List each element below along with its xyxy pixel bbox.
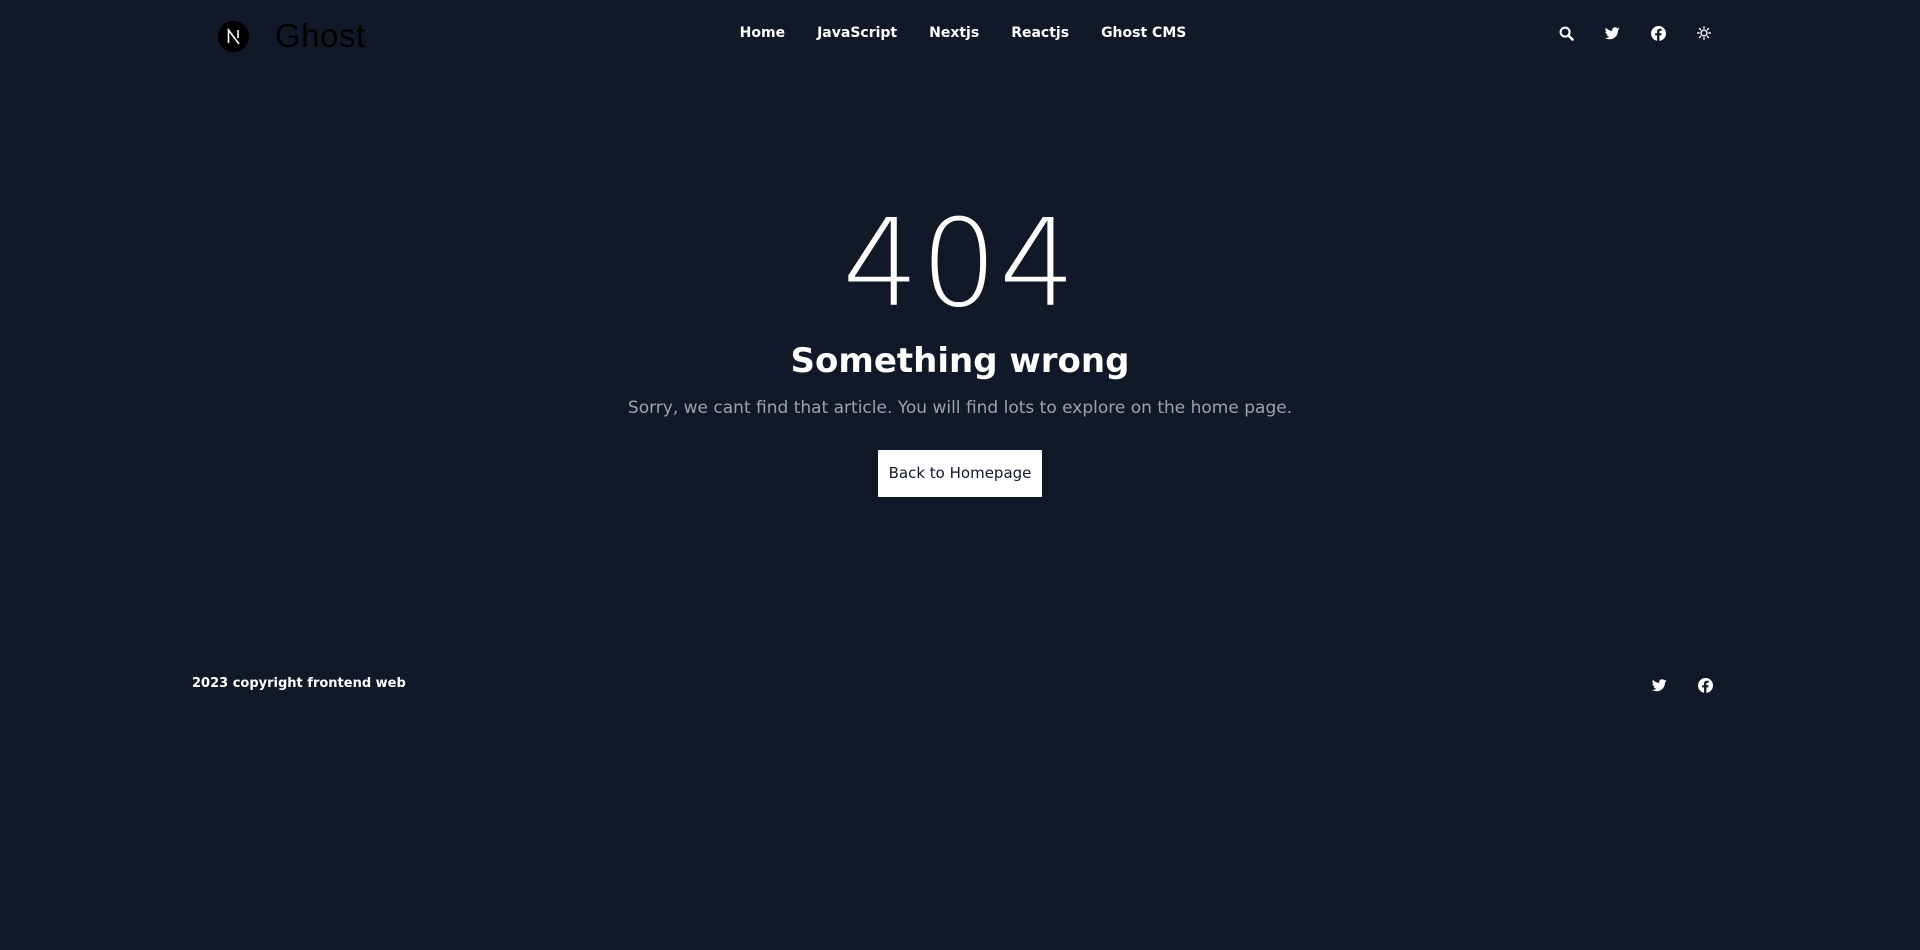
site-footer: 2023 copyright frontend web	[0, 670, 1920, 700]
search-icon[interactable]	[1555, 22, 1577, 44]
header-icons	[1555, 22, 1739, 44]
error-message: Sorry, we cant find that article. You wi…	[627, 398, 1293, 418]
nav-item-reactjs[interactable]: Reactjs	[1011, 25, 1069, 41]
nav-item-ghost-cms[interactable]: Ghost CMS	[1101, 25, 1186, 41]
back-to-homepage-button[interactable]: Back to Homepage	[877, 450, 1043, 497]
footer-icons	[1648, 674, 1740, 696]
nav-item-home[interactable]: Home	[740, 25, 785, 41]
twitter-icon[interactable]	[1601, 22, 1623, 44]
theme-toggle-icon[interactable]	[1693, 22, 1715, 44]
error-heading: Something wrong	[790, 341, 1130, 381]
facebook-icon[interactable]	[1694, 674, 1716, 696]
nav-item-javascript[interactable]: JavaScript	[817, 25, 897, 41]
error-code: 404	[842, 195, 1078, 334]
facebook-icon[interactable]	[1647, 22, 1669, 44]
error-section: 404 Something wrong Sorry, we cant find …	[0, 200, 1920, 497]
twitter-icon[interactable]	[1648, 674, 1670, 696]
site-header: Ghost Home JavaScript Nextjs Reactjs Gho…	[0, 0, 1920, 72]
copyright-text: 2023 copyright frontend web	[192, 676, 406, 691]
nav-item-nextjs[interactable]: Nextjs	[929, 25, 979, 41]
